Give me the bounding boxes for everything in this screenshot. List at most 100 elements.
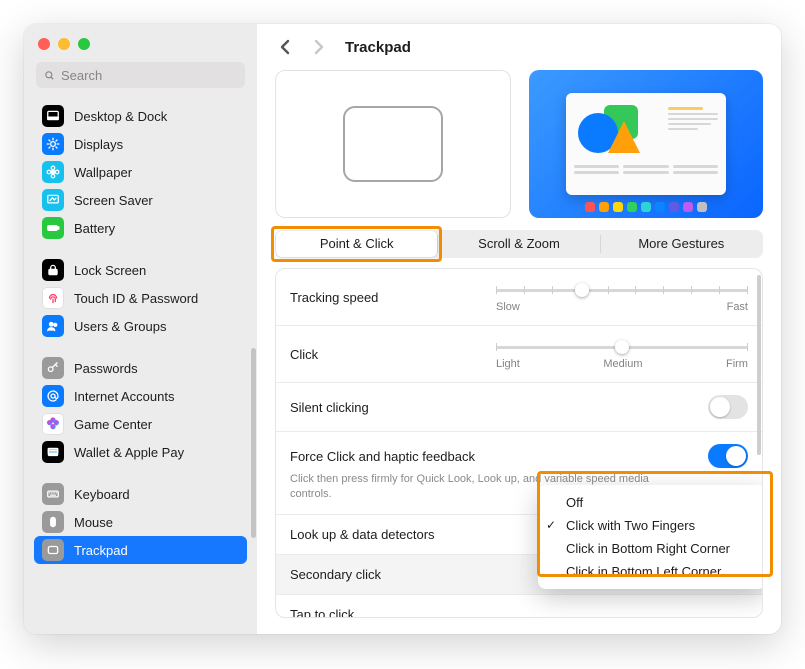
nav-back-button[interactable]: [275, 36, 297, 58]
desktop-preview: [529, 70, 763, 218]
flower-icon: [42, 161, 64, 183]
sidebar-item-label: Keyboard: [74, 487, 130, 502]
sidebar-item-label: Lock Screen: [74, 263, 146, 278]
keyboard-icon: [42, 483, 64, 505]
at-icon: [42, 385, 64, 407]
sidebar-item-label: Passwords: [74, 361, 138, 376]
window-controls: [24, 34, 257, 62]
sidebar-item-label: Game Center: [74, 417, 152, 432]
click-light-label: Light: [496, 358, 520, 370]
trackpad-outline-icon: [343, 106, 443, 182]
click-label: Click: [290, 347, 318, 362]
tab-scroll-zoom[interactable]: Scroll & Zoom: [438, 231, 599, 257]
force-click-toggle[interactable]: [708, 444, 748, 468]
tracking-speed-label: Tracking speed: [290, 290, 378, 305]
row-tap-to-click: Tap to click Tap with one finger: [276, 595, 762, 618]
dock-app-icon: [683, 202, 693, 212]
sidebar-item-label: Trackpad: [74, 543, 128, 558]
dock-app-icon: [669, 202, 679, 212]
dock-app-icon: [655, 202, 665, 212]
silent-clicking-label: Silent clicking: [290, 400, 369, 415]
preview-dock: [585, 202, 707, 212]
sidebar-list[interactable]: Desktop & Dock Displays Wallpaper Screen Sa…: [24, 98, 257, 624]
sun-icon: [42, 133, 64, 155]
click-firm-label: Firm: [726, 358, 748, 370]
sidebar-item-label: Desktop & Dock: [74, 109, 167, 124]
sidebar-item-label: Wallpaper: [74, 165, 132, 180]
tab-more-gestures[interactable]: More Gestures: [601, 231, 762, 257]
secondary-click-label: Secondary click: [290, 567, 381, 582]
dock-app-icon: [599, 202, 609, 212]
mouse-icon: [42, 511, 64, 533]
preview-row: [275, 70, 763, 218]
sidebar-item-screen-saver[interactable]: Screen Saver: [34, 186, 247, 214]
dock-icon: [42, 105, 64, 127]
shapes-icon: [574, 101, 646, 159]
sidebar-item-displays[interactable]: Displays: [34, 130, 247, 158]
sidebar-item-internet-accounts[interactable]: Internet Accounts: [34, 382, 247, 410]
sidebar-item-wallpaper[interactable]: Wallpaper: [34, 158, 247, 186]
tabs: Point & ClickScroll & ZoomMore Gestures: [275, 230, 763, 258]
sidebar-item-label: Internet Accounts: [74, 389, 174, 404]
users-icon: [42, 315, 64, 337]
titlebar: Trackpad: [257, 24, 781, 70]
force-click-label: Force Click and haptic feedback: [290, 449, 475, 464]
sidebar-item-users-groups[interactable]: Users & Groups: [34, 312, 247, 340]
trackpad-icon: [42, 539, 64, 561]
maximize-window-button[interactable]: [78, 38, 90, 50]
tracking-slow-label: Slow: [496, 301, 520, 313]
search-icon: [44, 69, 55, 82]
sidebar-item-label: Touch ID & Password: [74, 291, 198, 306]
lookup-label: Look up & data detectors: [290, 527, 435, 542]
lock-icon: [42, 259, 64, 281]
page-title: Trackpad: [345, 39, 411, 56]
sidebar-item-game-center[interactable]: Game Center: [34, 410, 247, 438]
row-silent-clicking: Silent clicking: [276, 383, 762, 432]
sidebar-item-desktop-dock[interactable]: Desktop & Dock: [34, 102, 247, 130]
nav-forward-button[interactable]: [307, 36, 329, 58]
sidebar: Desktop & Dock Displays Wallpaper Screen Sa…: [24, 24, 257, 634]
click-medium-label: Medium: [603, 358, 642, 370]
sidebar-item-label: Users & Groups: [74, 319, 166, 334]
game-icon: [42, 413, 64, 435]
trackpad-preview: [275, 70, 511, 218]
sidebar-item-label: Wallet & Apple Pay: [74, 445, 184, 460]
settings-scrollbar[interactable]: [757, 275, 761, 455]
sidebar-item-label: Battery: [74, 221, 115, 236]
highlight-secondary-menu: [537, 471, 773, 577]
dock-app-icon: [641, 202, 651, 212]
sidebar-item-passwords[interactable]: Passwords: [34, 354, 247, 382]
sidebar-item-label: Displays: [74, 137, 123, 152]
search-input[interactable]: [61, 68, 237, 83]
sidebar-search[interactable]: [36, 62, 245, 88]
wallet-icon: [42, 441, 64, 463]
battery-icon: [42, 217, 64, 239]
sidebar-item-mouse[interactable]: Mouse: [34, 508, 247, 536]
click-slider[interactable]: Light Medium Firm: [496, 338, 748, 370]
dock-app-icon: [585, 202, 595, 212]
sidebar-item-touch-id-password[interactable]: Touch ID & Password: [34, 284, 247, 312]
screensaver-icon: [42, 189, 64, 211]
sidebar-item-label: Mouse: [74, 515, 113, 530]
sidebar-item-trackpad[interactable]: Trackpad: [34, 536, 247, 564]
sidebar-item-keyboard[interactable]: Keyboard: [34, 480, 247, 508]
sidebar-item-wallet-apple-pay[interactable]: Wallet & Apple Pay: [34, 438, 247, 466]
tracking-fast-label: Fast: [727, 301, 748, 313]
close-window-button[interactable]: [38, 38, 50, 50]
fingerprint-icon: [42, 287, 64, 309]
row-tracking-speed: Tracking speed Slow Fast: [276, 269, 762, 326]
sidebar-item-battery[interactable]: Battery: [34, 214, 247, 242]
tracking-speed-slider[interactable]: Slow Fast: [496, 281, 748, 313]
minimize-window-button[interactable]: [58, 38, 70, 50]
sidebar-scrollbar[interactable]: [251, 348, 256, 538]
silent-clicking-toggle[interactable]: [708, 395, 748, 419]
row-click: Click Light Medium Firm: [276, 326, 762, 383]
sidebar-item-label: Screen Saver: [74, 193, 153, 208]
tap-to-click-label: Tap to click: [290, 607, 748, 618]
dock-app-icon: [627, 202, 637, 212]
key-icon: [42, 357, 64, 379]
tab-point-click[interactable]: Point & Click: [276, 231, 437, 257]
dock-app-icon: [613, 202, 623, 212]
sidebar-item-lock-screen[interactable]: Lock Screen: [34, 256, 247, 284]
dock-app-icon: [697, 202, 707, 212]
